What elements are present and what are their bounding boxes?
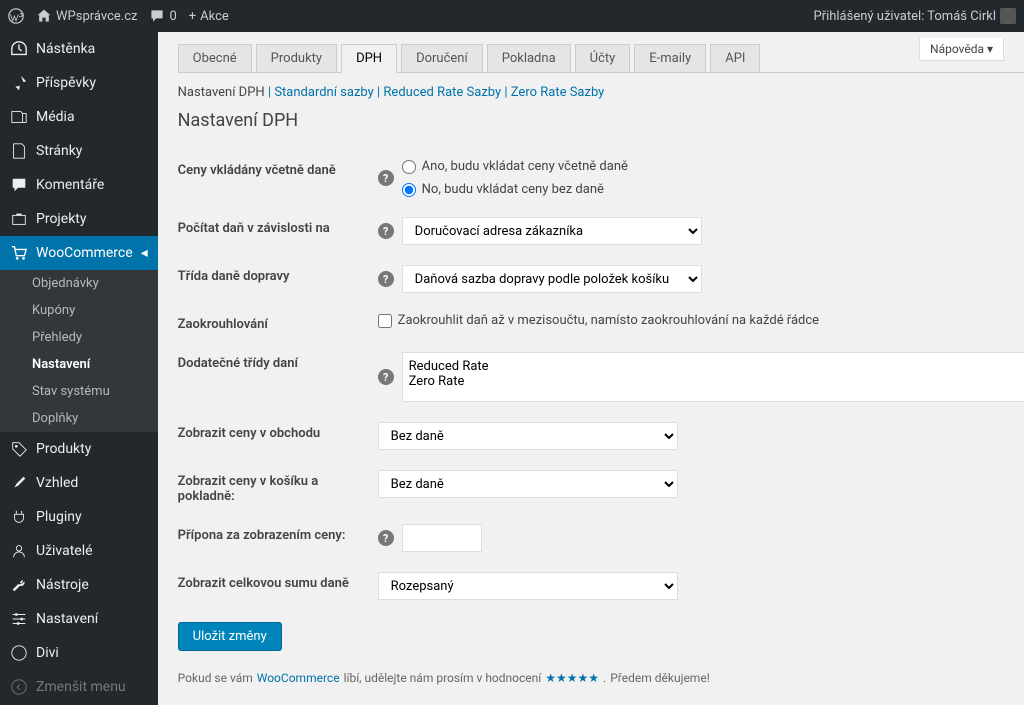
select-display-cart[interactable]: Bez daně <box>378 470 678 498</box>
tab-accounts[interactable]: Účty <box>575 44 631 72</box>
plug-icon <box>10 508 28 526</box>
label-display-cart: Zobrazit ceny v košíku a pokladně: <box>178 470 378 504</box>
menu-users[interactable]: Uživatelé <box>0 534 158 568</box>
comment-icon <box>10 176 28 194</box>
help-tab[interactable]: Nápověda ▾ <box>919 38 1004 61</box>
pin-icon <box>10 74 28 92</box>
divi-icon <box>10 644 28 662</box>
admin-bar: WPsprávce.cz 0 +Akce Přihlášený uživatel… <box>0 0 1024 32</box>
select-calc-based[interactable]: Doručovací adresa zákazníka <box>402 217 702 245</box>
menu-pages[interactable]: Stránky <box>0 134 158 168</box>
tag-icon <box>10 440 28 458</box>
help-icon[interactable]: ? <box>378 271 394 287</box>
tab-tax[interactable]: DPH <box>341 44 397 73</box>
tab-products[interactable]: Produkty <box>256 44 337 72</box>
admin-menu: Nástěnka Příspěvky Média Stránky Komentá… <box>0 32 158 705</box>
label-shipping-class: Třída daně dopravy <box>178 265 378 284</box>
my-account[interactable]: Přihlášený uživatel: Tomáš Cirkl <box>813 8 1016 24</box>
media-icon <box>10 108 28 126</box>
menu-settings[interactable]: Nastavení <box>0 602 158 636</box>
cart-icon <box>10 244 28 262</box>
wrench-icon <box>10 576 28 594</box>
label-display-shop: Zobrazit ceny v obchodu <box>178 422 378 441</box>
save-button[interactable]: Uložit změny <box>178 622 282 651</box>
submenu-addons[interactable]: Doplňky <box>0 405 158 432</box>
footer: Pokud se vám WooCommerce líbí, udělejte … <box>178 671 1024 685</box>
textarea-additional-classes[interactable] <box>402 352 1024 402</box>
sub-nav: Nastavení DPH | Standardní sazby | Reduc… <box>178 85 1024 100</box>
help-icon[interactable]: ? <box>378 369 394 385</box>
checkbox-rounding[interactable]: Zaokrouhlit daň až v mezisoučtu, namísto… <box>378 313 819 328</box>
tab-emails[interactable]: E-maily <box>634 44 706 72</box>
collapse-icon <box>10 678 28 696</box>
page-icon <box>10 142 28 160</box>
sliders-icon <box>10 610 28 628</box>
menu-plugins[interactable]: Pluginy <box>0 500 158 534</box>
label-prices-include: Ceny vkládány včetně daně <box>178 159 378 178</box>
label-rounding: Zaokrouhlování <box>178 313 378 332</box>
submenu-status[interactable]: Stav systému <box>0 378 158 405</box>
select-display-shop[interactable]: Bez daně <box>378 422 678 450</box>
menu-woocommerce[interactable]: WooCommerce◂ <box>0 236 158 270</box>
select-display-total[interactable]: Rozepsaný <box>378 572 678 600</box>
woocommerce-submenu: Objednávky Kupóny Přehledy Nastavení Sta… <box>0 270 158 432</box>
label-suffix: Přípona za zobrazením ceny: <box>178 524 378 543</box>
submenu-coupons[interactable]: Kupóny <box>0 297 158 324</box>
menu-projects[interactable]: Projekty <box>0 202 158 236</box>
site-name[interactable]: WPsprávce.cz <box>36 8 137 24</box>
menu-tools[interactable]: Nástroje <box>0 568 158 602</box>
tab-general[interactable]: Obecné <box>178 44 252 72</box>
settings-tabs: Obecné Produkty DPH Doručení Pokladna Úč… <box>178 32 1024 73</box>
tab-api[interactable]: API <box>710 44 760 72</box>
radio-no[interactable]: No, budu vkládat ceny bez daně <box>402 182 628 197</box>
submenu-settings[interactable]: Nastavení <box>0 351 158 378</box>
chevron-left-icon: ◂ <box>141 245 148 261</box>
submenu-reports[interactable]: Přehledy <box>0 324 158 351</box>
link-standard-rates[interactable]: Standardní sazby <box>274 85 373 100</box>
menu-dashboard[interactable]: Nástěnka <box>0 32 158 66</box>
help-icon[interactable]: ? <box>378 530 394 546</box>
link-reduced-rates[interactable]: Reduced Rate Sazby <box>383 85 501 100</box>
menu-appearance[interactable]: Vzhled <box>0 466 158 500</box>
brush-icon <box>10 474 28 492</box>
menu-posts[interactable]: Příspěvky <box>0 66 158 100</box>
tab-checkout[interactable]: Pokladna <box>487 44 571 72</box>
comments-count[interactable]: 0 <box>149 8 176 24</box>
help-icon[interactable]: ? <box>378 223 394 239</box>
label-calc-based: Počítat daň v závislosti na <box>178 217 378 236</box>
input-price-suffix[interactable] <box>402 524 482 552</box>
help-icon[interactable]: ? <box>378 170 394 186</box>
label-additional: Dodatečné třídy daní <box>178 352 378 371</box>
tab-shipping[interactable]: Doručení <box>401 44 483 72</box>
menu-comments[interactable]: Komentáře <box>0 168 158 202</box>
avatar <box>1000 8 1016 24</box>
menu-collapse[interactable]: Zmenšit menu <box>0 670 158 704</box>
new-content[interactable]: +Akce <box>189 9 229 24</box>
submenu-orders[interactable]: Objednávky <box>0 270 158 297</box>
user-icon <box>10 542 28 560</box>
star-icons[interactable]: ★★★★★ <box>545 671 599 685</box>
menu-media[interactable]: Média <box>0 100 158 134</box>
content-area: Obecné Produkty DPH Doručení Pokladna Úč… <box>158 32 1024 705</box>
portfolio-icon <box>10 210 28 228</box>
footer-woocommerce-link[interactable]: WooCommerce <box>257 671 340 685</box>
wp-logo[interactable] <box>8 8 24 24</box>
menu-products[interactable]: Produkty <box>0 432 158 466</box>
radio-yes[interactable]: Ano, budu vkládat ceny včetně daně <box>402 159 628 174</box>
select-shipping-class[interactable]: Daňová sazba dopravy podle položek košík… <box>402 265 702 293</box>
page-heading: Nastavení DPH <box>178 110 1024 131</box>
link-zero-rates[interactable]: Zero Rate Sazby <box>511 85 605 100</box>
menu-divi[interactable]: Divi <box>0 636 158 670</box>
label-display-total: Zobrazit celkovou sumu daně <box>178 572 378 591</box>
dashboard-icon <box>10 40 28 58</box>
